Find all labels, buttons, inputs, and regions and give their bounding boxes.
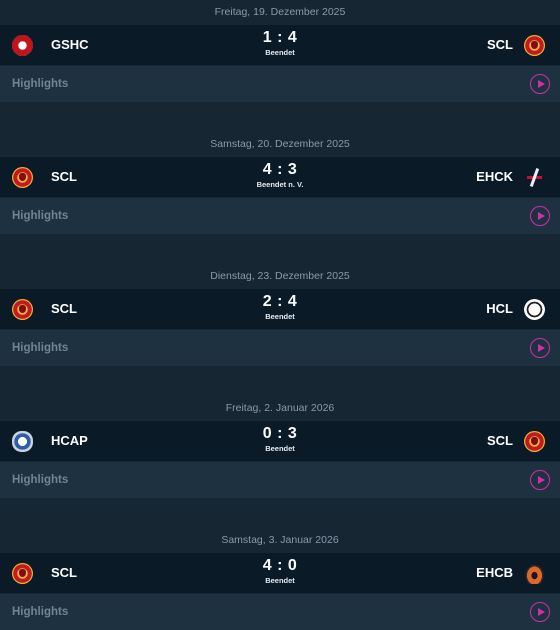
match-row[interactable]: SCL 4 : 0 Beendet EHCB — [0, 553, 560, 593]
match-score: 4 : 3 — [262, 161, 298, 178]
match-row[interactable]: HCAP 0 : 3 Beendet SCL — [0, 421, 560, 461]
game-card: Freitag, 19. Dezember 2025 GSHC 1 : 4 Be… — [0, 0, 560, 132]
game-date: Dienstag, 23. Dezember 2025 — [210, 270, 350, 282]
match-score: 2 : 4 — [262, 293, 298, 310]
game-date: Freitag, 19. Dezember 2025 — [214, 6, 346, 18]
away-team-name: SCL — [487, 37, 513, 52]
game-list: Freitag, 19. Dezember 2025 GSHC 1 : 4 Be… — [0, 0, 560, 630]
ehcb-logo-icon — [524, 563, 545, 584]
hcl-logo-icon — [524, 299, 545, 320]
away-team-name: EHCB — [476, 565, 513, 580]
match-status: Beendet — [265, 576, 295, 585]
play-icon[interactable] — [530, 470, 550, 490]
highlights-label: Highlights — [12, 78, 69, 90]
game-date: Samstag, 20. Dezember 2025 — [210, 138, 350, 150]
play-icon[interactable] — [530, 602, 550, 622]
game-card: Dienstag, 23. Dezember 2025 SCL 2 : 4 Be… — [0, 264, 560, 396]
match-status: Beendet n. V. — [256, 180, 304, 189]
game-card: Samstag, 3. Januar 2026 SCL 4 : 0 Beende… — [0, 528, 560, 630]
highlights-row[interactable]: Highlights — [0, 594, 560, 630]
away-team-name: SCL — [487, 433, 513, 448]
home-team-name: GSHC — [51, 37, 89, 52]
game-card: Freitag, 2. Januar 2026 HCAP 0 : 3 Beend… — [0, 396, 560, 528]
play-icon[interactable] — [530, 74, 550, 94]
game-date: Freitag, 2. Januar 2026 — [225, 402, 335, 414]
highlights-label: Highlights — [12, 342, 69, 354]
ehck-logo-icon — [524, 167, 545, 188]
highlights-row[interactable]: Highlights — [0, 198, 560, 234]
match-row[interactable]: GSHC 1 : 4 Beendet SCL — [0, 25, 560, 65]
highlights-row[interactable]: Highlights — [0, 462, 560, 498]
highlights-row[interactable]: Highlights — [0, 330, 560, 366]
home-team-name: HCAP — [51, 433, 88, 448]
match-score: 1 : 4 — [262, 29, 298, 46]
hcap-logo-icon — [12, 431, 33, 452]
match-score: 4 : 0 — [262, 557, 298, 574]
home-team-name: SCL — [51, 169, 77, 184]
match-status: Beendet — [265, 444, 295, 453]
away-team-name: EHCK — [476, 169, 513, 184]
highlights-label: Highlights — [12, 606, 69, 618]
highlights-label: Highlights — [12, 474, 69, 486]
scl-logo-icon — [524, 35, 545, 56]
game-card: Samstag, 20. Dezember 2025 SCL 4 : 3 Bee… — [0, 132, 560, 264]
home-team-name: SCL — [51, 301, 77, 316]
match-status: Beendet — [265, 312, 295, 321]
match-score: 0 : 3 — [262, 425, 298, 442]
match-row[interactable]: SCL 2 : 4 Beendet HCL — [0, 289, 560, 329]
match-status: Beendet — [265, 48, 295, 57]
match-row[interactable]: SCL 4 : 3 Beendet n. V. EHCK — [0, 157, 560, 197]
scl-logo-icon — [12, 299, 33, 320]
gshc-logo-icon — [12, 35, 33, 56]
highlights-row[interactable]: Highlights — [0, 66, 560, 102]
scl-logo-icon — [12, 167, 33, 188]
play-icon[interactable] — [530, 338, 550, 358]
game-date: Samstag, 3. Januar 2026 — [221, 534, 339, 546]
play-icon[interactable] — [530, 206, 550, 226]
away-team-name: HCL — [486, 301, 513, 316]
home-team-name: SCL — [51, 565, 77, 580]
scl-logo-icon — [524, 431, 545, 452]
highlights-label: Highlights — [12, 210, 69, 222]
scl-logo-icon — [12, 563, 33, 584]
